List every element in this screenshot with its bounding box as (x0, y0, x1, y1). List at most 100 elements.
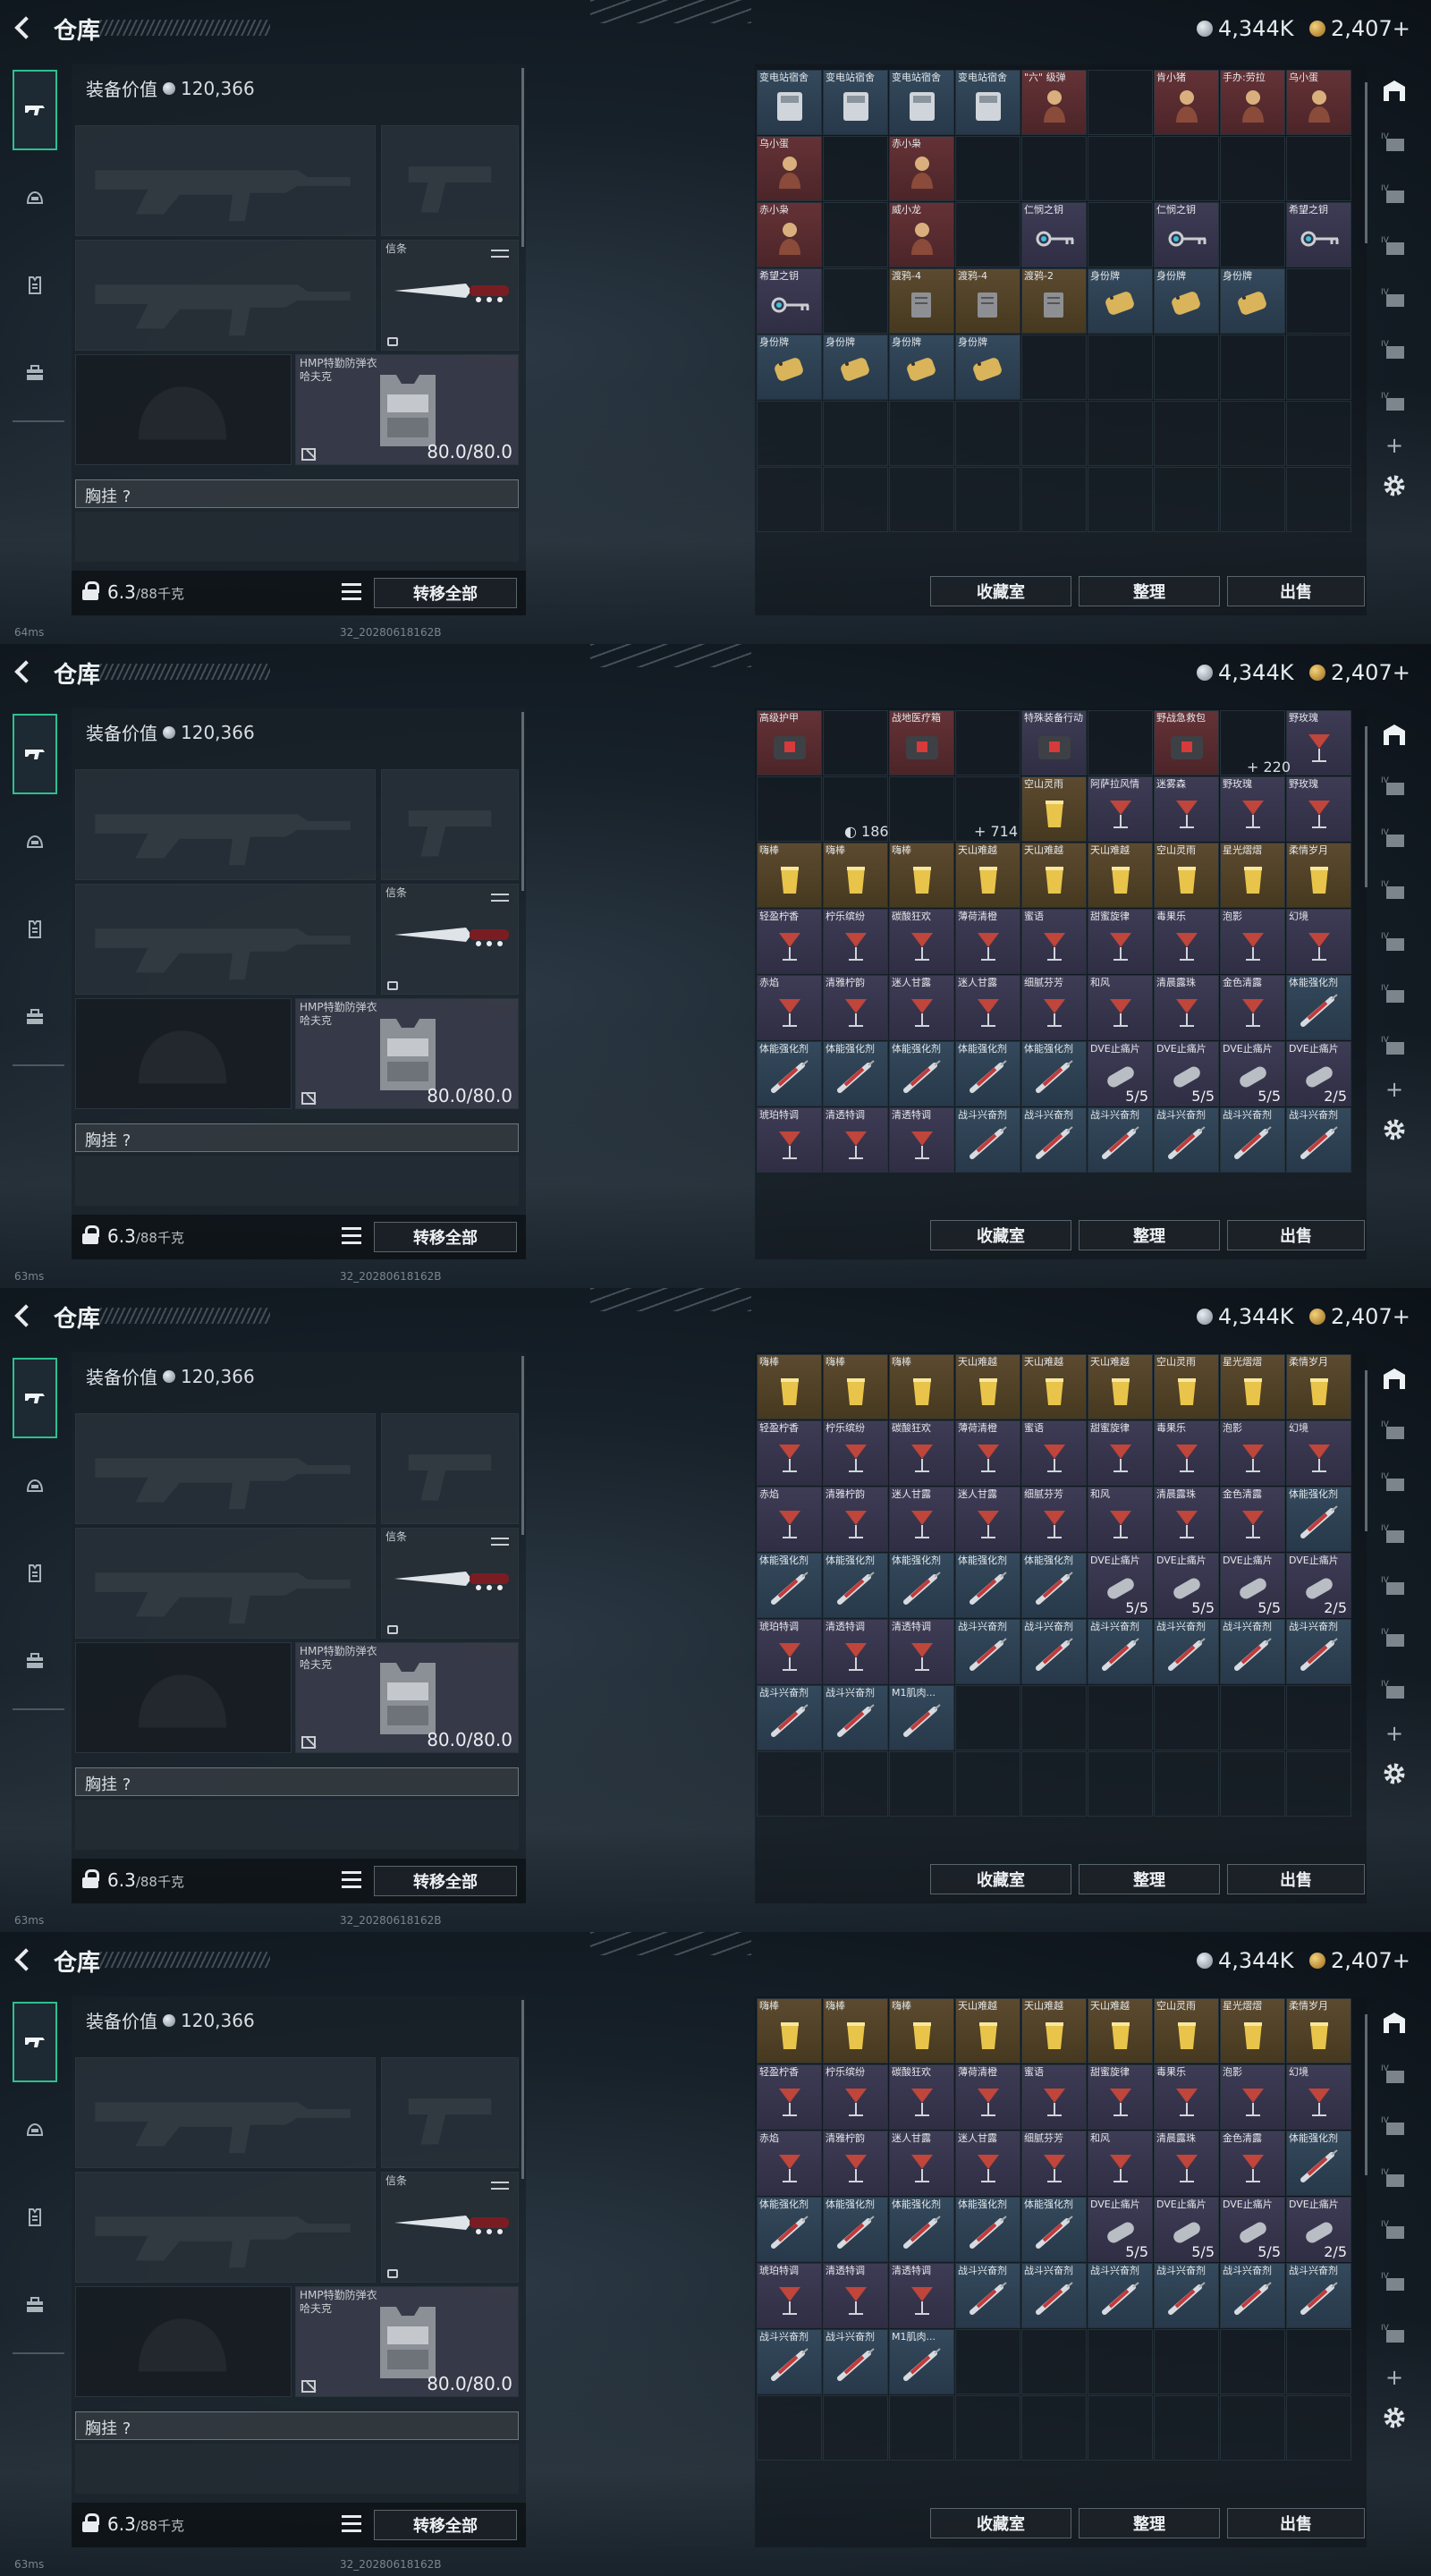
storage-item[interactable]: 细腻芬芳 (1021, 2131, 1087, 2196)
storage-item[interactable]: 身份牌 (757, 335, 822, 400)
empty-slot[interactable] (1220, 1751, 1285, 1817)
storage-item[interactable]: 星光熠熠 (1220, 843, 1285, 908)
tab-storage-3[interactable]: IV (1376, 1513, 1412, 1556)
empty-slot[interactable] (1154, 2329, 1219, 2394)
tab-storage-4[interactable]: IV (1376, 921, 1412, 964)
list-view-icon[interactable] (342, 583, 361, 603)
storage-item[interactable]: 赤小枭 (757, 202, 822, 267)
storage-item[interactable]: 体能强化剂 (757, 1553, 822, 1618)
tab-storage-3[interactable]: IV (1376, 2157, 1412, 2200)
storage-item[interactable]: 战斗兴奋剂 (823, 2329, 888, 2394)
storage-item[interactable]: 变电站宿舍 (757, 70, 822, 135)
empty-slot[interactable] (1088, 1751, 1153, 1817)
back-arrow-icon[interactable] (13, 14, 38, 39)
storage-item[interactable]: 战斗兴奋剂 (955, 1107, 1020, 1173)
empty-slot[interactable] (955, 1685, 1020, 1750)
storage-item[interactable]: 迷人甘露 (889, 975, 954, 1040)
storage-item[interactable]: 金色清露 (1220, 1487, 1285, 1552)
storage-item[interactable]: 希望之钥 (1286, 202, 1351, 267)
secondary-weapon-slot[interactable] (75, 2172, 376, 2283)
storage-item[interactable]: 柠乐缤纷 (823, 2064, 888, 2130)
transfer-all-button[interactable]: 转移全部 (374, 578, 517, 608)
empty-slot[interactable] (757, 401, 822, 466)
storage-item[interactable]: 柔情岁月 (1286, 1354, 1351, 1419)
storage-item[interactable]: 清透特调 (889, 1619, 954, 1684)
empty-slot[interactable] (1286, 1685, 1351, 1750)
empty-slot[interactable] (823, 268, 888, 334)
empty-slot[interactable] (889, 467, 954, 532)
swap-icon[interactable] (491, 1534, 511, 1548)
storage-item[interactable]: DVE止痛片 5/5 (1088, 1041, 1153, 1106)
secondary-weapon-slot[interactable] (75, 884, 376, 995)
empty-slot[interactable] (1220, 467, 1285, 532)
storage-item[interactable]: 清晨露珠 (1154, 975, 1219, 1040)
storage-item[interactable]: 肯小猪 (1154, 70, 1219, 135)
storage-item[interactable]: 琥珀特调 (757, 1619, 822, 1684)
storage-item[interactable]: 幻境 (1286, 909, 1351, 974)
empty-slot[interactable] (1088, 136, 1153, 201)
storage-item[interactable]: 空山灵雨 (1154, 843, 1219, 908)
tab-storage-1[interactable]: IV (1376, 2054, 1412, 2097)
storage-item[interactable]: DVE止痛片 5/5 (1088, 1553, 1153, 1618)
empty-slot[interactable] (1021, 2329, 1087, 2394)
sell-button[interactable]: 出售 (1227, 2508, 1365, 2538)
empty-slot[interactable] (1088, 2329, 1153, 2394)
storage-item[interactable]: 高级护甲 (757, 710, 822, 775)
storage-item[interactable]: 清雅柠韵 (823, 2131, 888, 2196)
empty-slot[interactable] (823, 136, 888, 201)
empty-slot[interactable] (823, 710, 888, 775)
empty-slot[interactable] (955, 401, 1020, 466)
storage-item[interactable]: 迷人甘露 (889, 2131, 954, 2196)
storage-item[interactable]: 战斗兴奋剂 (1021, 1107, 1087, 1173)
storage-item[interactable]: 天山难越 (955, 843, 1020, 908)
pistol-slot[interactable] (381, 1413, 519, 1524)
tab-vest[interactable] (13, 2177, 57, 2258)
empty-slot[interactable] (1286, 1751, 1351, 1817)
storage-item[interactable]: 柠乐缤纷 (823, 1420, 888, 1486)
helmet-slot[interactable] (75, 1642, 292, 1753)
empty-slot[interactable] (955, 710, 1020, 775)
storage-item[interactable]: 体能强化剂 (889, 1041, 954, 1106)
storage-item[interactable]: 仁悯之钥 (1154, 202, 1219, 267)
chest-rig-slot[interactable]: 胸挂 ? (75, 2411, 519, 2440)
storage-item[interactable]: 细腻芬芳 (1021, 975, 1087, 1040)
storage-item[interactable]: DVE止痛片 2/5 (1286, 1041, 1351, 1106)
melee-slot[interactable]: 信条 (381, 2172, 519, 2283)
storage-item[interactable]: 和风 (1088, 975, 1153, 1040)
storage-item[interactable]: 体能强化剂 (1021, 1553, 1087, 1618)
storage-item[interactable]: 体能强化剂 (757, 1041, 822, 1106)
storage-item[interactable]: 清晨露珠 (1154, 2131, 1219, 2196)
storage-item[interactable]: 柠乐缤纷 (823, 909, 888, 974)
storage-item[interactable]: 迷人甘露 (955, 1487, 1020, 1552)
storage-item[interactable]: 变电站宿舍 (823, 70, 888, 135)
storage-item[interactable]: 和风 (1088, 2131, 1153, 2196)
sort-button[interactable]: 整理 (1079, 576, 1220, 606)
transfer-all-button[interactable]: 转移全部 (374, 1866, 517, 1896)
empty-slot[interactable] (823, 2395, 888, 2461)
sell-button[interactable]: 出售 (1227, 1864, 1365, 1894)
tab-storage-1[interactable]: IV (1376, 766, 1412, 809)
storage-item[interactable]: 天山难越 (1021, 843, 1087, 908)
collection-room-button[interactable]: 收藏室 (930, 1864, 1071, 1894)
storage-item[interactable]: 金色清露 (1220, 2131, 1285, 2196)
storage-item[interactable]: 体能强化剂 (1286, 975, 1351, 1040)
add-storage-icon[interactable]: + (1372, 2365, 1417, 2390)
empty-slot[interactable] (757, 467, 822, 532)
storage-item[interactable]: 仁悯之钥 (1021, 202, 1087, 267)
tab-storage-6[interactable]: IV (1376, 1669, 1412, 1712)
scrollbar[interactable] (1365, 2014, 1367, 2175)
add-storage-icon[interactable]: + (1372, 1077, 1417, 1102)
tab-storage-5[interactable]: IV (1376, 1617, 1412, 1660)
empty-slot[interactable] (1286, 401, 1351, 466)
chest-rig-slot[interactable]: 胸挂 ? (75, 479, 519, 508)
tab-storage-5[interactable]: IV (1376, 329, 1412, 372)
empty-slot[interactable] (1220, 335, 1285, 400)
scrollbar[interactable] (1365, 726, 1367, 887)
storage-item[interactable]: 嗨棒 (889, 843, 954, 908)
melee-slot[interactable]: 信条 (381, 240, 519, 351)
storage-item[interactable]: 碳酸狂欢 (889, 909, 954, 974)
storage-item[interactable]: 空山灵雨 (1154, 1998, 1219, 2063)
empty-slot[interactable] (823, 1751, 888, 1817)
gold-currency[interactable]: 2,407+ (1309, 16, 1410, 41)
empty-slot[interactable] (757, 776, 822, 842)
